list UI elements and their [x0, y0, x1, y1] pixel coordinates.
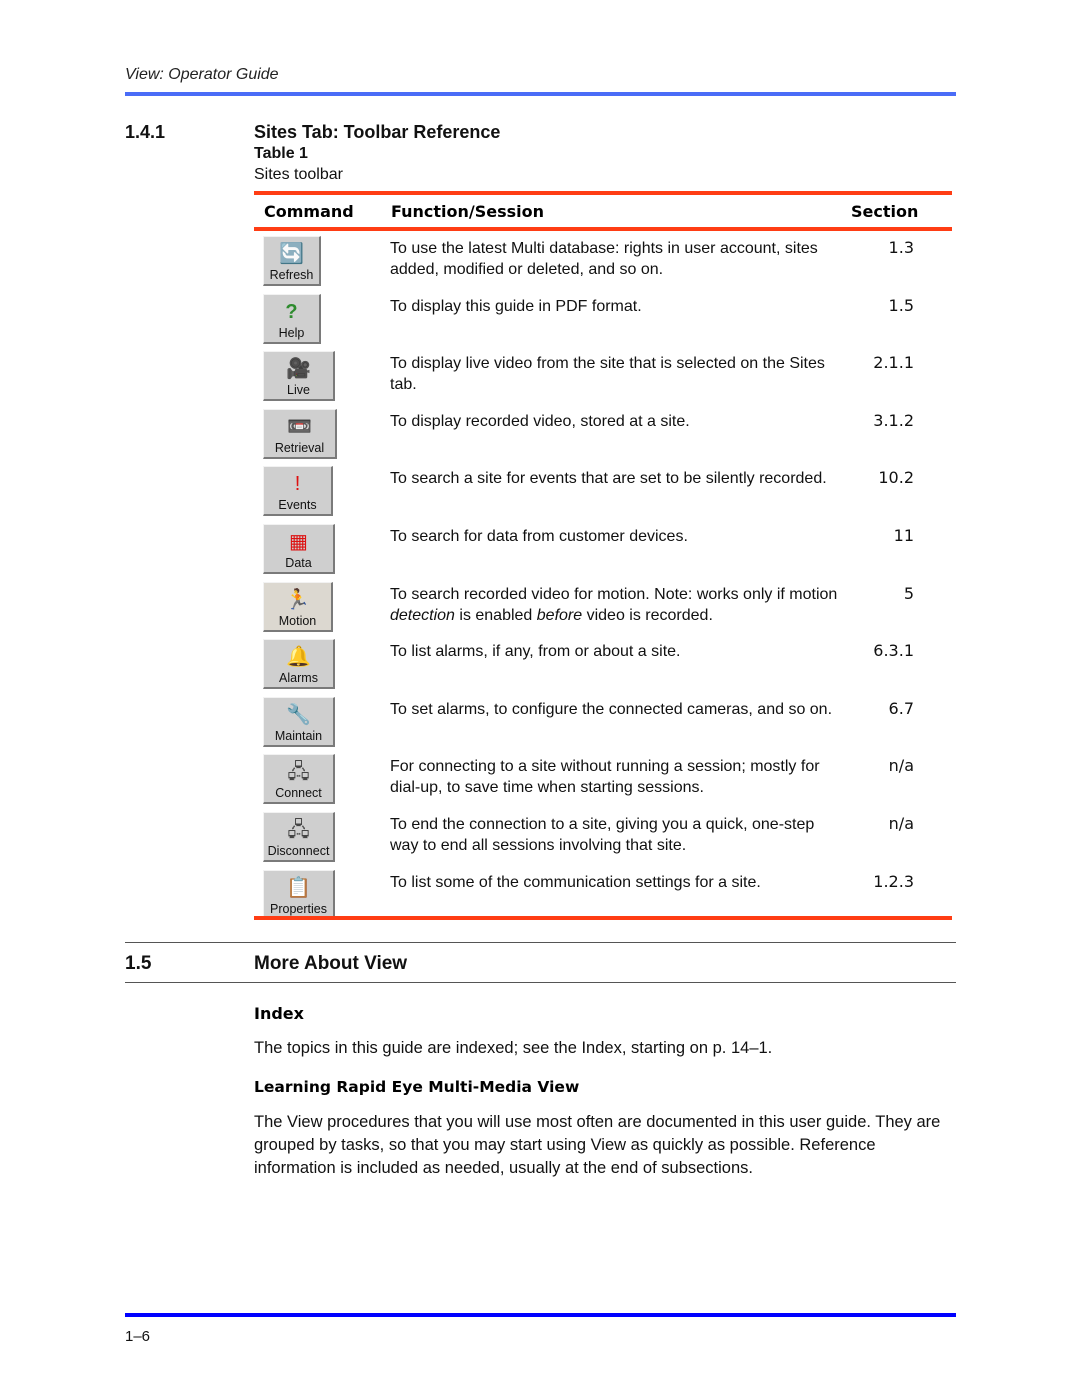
toolbar-button-label: Events [278, 498, 317, 513]
section-reference: 2.1.1 [873, 353, 914, 373]
section-reference: 3.1.2 [873, 410, 914, 430]
properties-sheet-icon: 📋 [286, 876, 311, 899]
toolbar-button-label: Data [285, 555, 312, 570]
section-reference: n/a [888, 813, 914, 833]
toolbar-button-label: Live [287, 383, 310, 398]
toolbar-button-label: Alarms [279, 671, 318, 686]
toolbar-button-alarms[interactable]: 🔔 Alarms [263, 639, 335, 690]
section-reference: 1.3 [888, 238, 914, 257]
alarm-bell-icon: 🔔 [286, 646, 311, 669]
table-label: Table 1 [254, 145, 308, 162]
table-row: ▦ Data To search for data from customer de… [254, 522, 952, 580]
section-reference: 11 [893, 525, 914, 545]
table-bottom-rule [254, 916, 952, 920]
table-row: 🏃 Motion To search recorded video for moti… [254, 580, 952, 638]
section-title: More About View [254, 953, 408, 974]
toolbar-button-disconnect[interactable]: 🖧 Disconnect [263, 811, 335, 862]
function-description: To end the connection to a site, giving … [390, 815, 815, 854]
function-description: To set alarms, to configure the connecte… [390, 700, 833, 718]
toolbar-button-refresh[interactable]: 🔄 Refresh [263, 236, 321, 286]
table-row: 🎥 Live To display live video from the site… [254, 349, 952, 407]
toolbar-button-live[interactable]: 🎥 Live [263, 351, 335, 402]
header-rule [125, 92, 956, 96]
toolbar-button-motion[interactable]: 🏃 Motion [263, 581, 333, 632]
data-grid-icon: ▦ [289, 530, 308, 553]
section-number: 1.4.1 [125, 122, 166, 142]
function-description: To use the latest Multi database: rights… [390, 240, 818, 278]
toolbar-button-connect[interactable]: 🖧 Connect [263, 754, 335, 805]
table-row: 📼 Retrieval To display recorded video, sto… [254, 407, 952, 465]
video-camera-icon: 🎥 [286, 358, 311, 381]
function-description: To display this guide in PDF format. [390, 297, 642, 315]
column-header-function: Function/Session [391, 202, 545, 221]
function-description: To display recorded video, stored at a s… [390, 412, 690, 430]
section-reference: 1.5 [888, 295, 914, 315]
learning-paragraph: The View procedures that you will use mo… [254, 1113, 941, 1177]
section-reference: 10.2 [878, 468, 914, 488]
section-reference: n/a [888, 756, 914, 776]
function-description: To list alarms, if any, from or about a … [390, 643, 681, 661]
table-row: 🖧 Connect For connecting to a site without… [254, 752, 952, 810]
connect-modem-icon: 🖧 [287, 761, 310, 784]
toolbar-button-label: Properties [270, 901, 327, 916]
toolbar-button-maintain[interactable]: 🔧 Maintain [263, 696, 335, 747]
column-header-command: Command [264, 202, 354, 221]
section-title: Sites Tab: Toolbar Reference [254, 122, 501, 142]
table-row: ? Help To display this guide in PDF format… [254, 292, 952, 350]
section-rule-top [125, 942, 956, 943]
footer-rule [125, 1313, 956, 1317]
index-heading: Index [254, 1004, 304, 1023]
section-reference: 1.2.3 [873, 871, 914, 891]
function-description: To list some of the communication settin… [390, 873, 761, 891]
table-row: 🖧 Disconnect To end the connection to a si… [254, 810, 952, 868]
disconnect-modem-icon: 🖧 [287, 818, 310, 841]
index-paragraph: The topics in this guide are indexed; se… [254, 1039, 773, 1057]
table-caption: Sites toolbar [254, 166, 343, 183]
table-row: 🔧 Maintain To set alarms, to configure the… [254, 695, 952, 753]
section-number: 1.5 [125, 953, 152, 974]
toolbar-button-label: Refresh [269, 268, 314, 282]
table-row: 🔔 Alarms To list alarms, if any, from or a… [254, 637, 952, 695]
toolbar-button-label: Help [278, 325, 305, 340]
function-description: For connecting to a site without running… [390, 758, 820, 797]
question-mark-icon: ? [285, 300, 298, 323]
learning-heading: Learning Rapid Eye Multi-Media View [254, 1078, 580, 1096]
toolbar-button-retrieval[interactable]: 📼 Retrieval [263, 408, 337, 459]
database-refresh-icon: 🔄 [279, 243, 304, 265]
column-header-section: Section [851, 202, 919, 221]
toolbar-button-label: Retrieval [274, 440, 325, 455]
running-person-icon: 🏃 [285, 588, 310, 611]
section-reference: 5 [903, 583, 914, 603]
page-number: 1–6 [125, 1328, 151, 1345]
function-description: To display live video from the site that… [390, 355, 825, 394]
toolbar-table-body: 🔄 Refresh To use the latest Multi database… [254, 234, 952, 925]
function-description: To search a site for events that are set… [390, 470, 827, 488]
section-rule-bottom [125, 982, 956, 983]
toolbar-button-data[interactable]: ▦ Data [263, 523, 335, 574]
camera-retrieval-icon: 📼 [287, 415, 312, 438]
event-exclamation-icon: ! [294, 473, 301, 496]
table-row: ! Events To search a site for events that … [254, 464, 952, 522]
toolbar-button-label: Connect [275, 786, 322, 801]
toolbar-button-properties[interactable]: 📋 Properties [263, 869, 335, 920]
running-head-title: View: Operator Guide [125, 66, 279, 83]
table-row: 🔄 Refresh To use the latest Multi database… [254, 234, 952, 292]
function-description: To search recorded video for motion. Not… [390, 585, 838, 624]
table-top-rule [254, 191, 952, 195]
section-reference: 6.3.1 [873, 641, 914, 661]
section-reference: 6.7 [888, 698, 914, 718]
function-description: To search for data from customer devices… [390, 527, 688, 545]
toolbar-button-events[interactable]: ! Events [263, 466, 333, 517]
table-header-rule [254, 227, 952, 231]
toolbar-button-label: Maintain [274, 728, 323, 743]
toolbar-button-label: Motion [278, 613, 317, 628]
toolbar-button-help[interactable]: ? Help [263, 293, 321, 344]
wrench-screwdriver-icon: 🔧 [286, 703, 311, 726]
toolbar-button-label: Disconnect [267, 843, 330, 858]
